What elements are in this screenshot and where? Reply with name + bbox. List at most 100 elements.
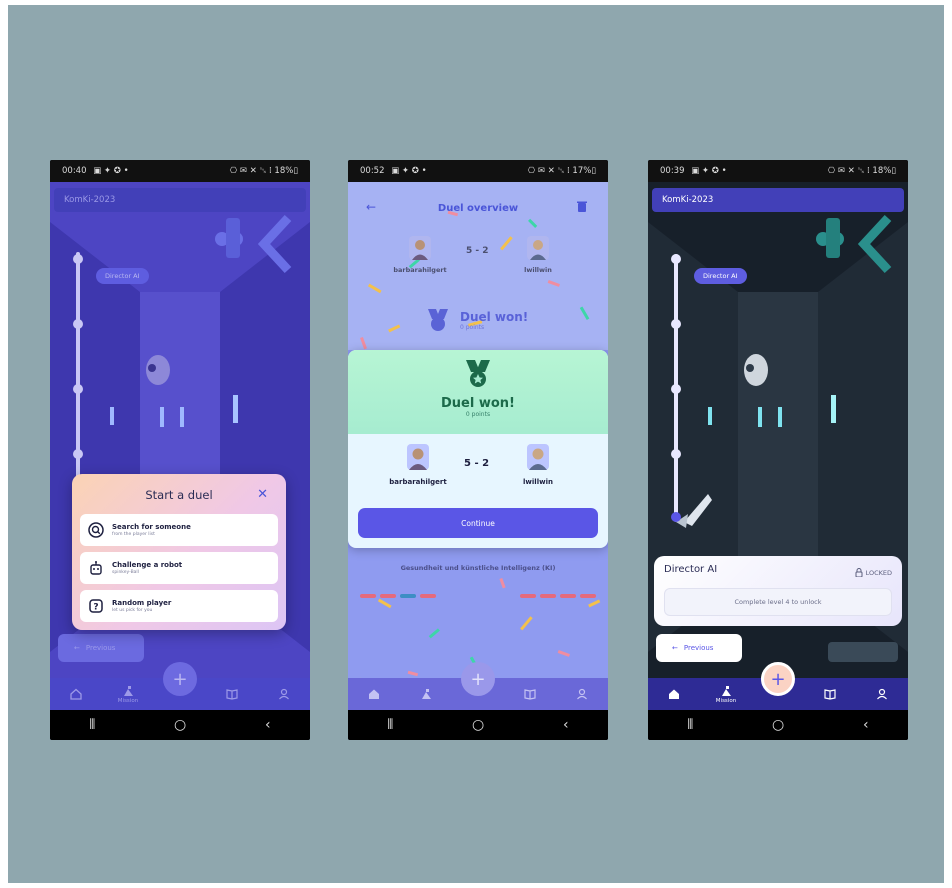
path-node[interactable] bbox=[73, 449, 83, 459]
level-card: Director AI LOCKED Complete level 4 to u… bbox=[654, 556, 902, 626]
random-player-option[interactable]: ? Random player let us pick for you bbox=[80, 590, 278, 622]
faded-player-name: barbarahilgert bbox=[393, 266, 447, 274]
phone-duel-won: 00:52 ▣ ✦ ✪ • ⎔ ✉ ✕ ␖ ⁞ 17%▯ ← Duel over… bbox=[348, 160, 608, 740]
status-right: ⎔ ✉ ✕ ␖ ⁞ 18%▯ bbox=[229, 166, 298, 176]
tab-mission[interactable]: Mission bbox=[708, 680, 744, 708]
tab-library[interactable] bbox=[812, 680, 848, 708]
medal-icon bbox=[466, 360, 490, 387]
profile-icon bbox=[279, 688, 289, 700]
faded-won-points: 0 points bbox=[460, 323, 485, 331]
app-screen: KomKi-2023 Director AI ← Previous Start … bbox=[50, 182, 310, 710]
status-notif: ▣ ✦ ✪ • bbox=[93, 166, 129, 176]
book-icon bbox=[226, 689, 238, 700]
app-screen: KomKi-2023 Director AI Director AI LOCKE… bbox=[648, 182, 908, 710]
app-screen: ← Duel overview barbarahilgert 5 - 2 lwi… bbox=[348, 182, 608, 710]
status-time: 00:39 bbox=[660, 166, 685, 176]
medal-icon bbox=[428, 309, 448, 331]
app-header: KomKi-2023 bbox=[54, 188, 306, 212]
topic-title: Gesundheit und künstliche Intelligenz (K… bbox=[400, 564, 556, 572]
previous-button[interactable]: ← Previous bbox=[656, 634, 742, 662]
profile-icon bbox=[877, 688, 887, 700]
option-title: Random player bbox=[112, 599, 172, 607]
tab-mission[interactable] bbox=[408, 680, 444, 708]
faded-won-banner: Duel won! 0 points bbox=[424, 306, 528, 334]
status-notif: ▣ ✦ ✪ • bbox=[391, 166, 427, 176]
modal-title: Start a duel bbox=[145, 488, 213, 502]
faded-player-left: barbarahilgert bbox=[388, 236, 452, 274]
player-name: barbarahilgert bbox=[389, 478, 447, 486]
tab-mission[interactable]: Mission bbox=[110, 680, 146, 708]
option-subtitle: from the player list bbox=[112, 532, 155, 537]
avatar-icon bbox=[409, 236, 431, 260]
arrow-left-icon: ← bbox=[672, 644, 678, 652]
trash-icon[interactable] bbox=[576, 200, 588, 213]
back-icon[interactable]: ‹ bbox=[563, 717, 569, 733]
path-node[interactable] bbox=[73, 319, 83, 329]
corridor-scene bbox=[50, 182, 310, 710]
add-button[interactable]: + bbox=[461, 662, 495, 696]
phone-mission-map: 00:39 ▣ ✦ ✪ • ⎔ ✉ ✕ ␖ ⁞ 18%▯ KomKi-2023 … bbox=[648, 160, 908, 740]
previous-button[interactable]: ← Previous bbox=[58, 634, 144, 662]
mission-icon bbox=[721, 685, 731, 696]
home-circle-icon[interactable]: ○ bbox=[174, 717, 186, 733]
option-subtitle: let us pick for you bbox=[112, 608, 153, 613]
tab-library[interactable] bbox=[214, 680, 250, 708]
close-icon[interactable]: ✕ bbox=[257, 487, 268, 502]
home-circle-icon[interactable]: ○ bbox=[472, 717, 484, 733]
path-node[interactable] bbox=[73, 254, 83, 264]
mission-icon bbox=[123, 685, 133, 696]
system-nav-bar: ⫴ ○ ‹ bbox=[348, 710, 608, 740]
duel-won-points: 0 points bbox=[465, 411, 491, 418]
book-icon bbox=[524, 689, 536, 700]
arrow-left-icon: ← bbox=[74, 644, 80, 652]
level-pill-label: Director AI bbox=[703, 272, 738, 280]
system-nav-bar: ⫴ ○ ‹ bbox=[648, 710, 908, 740]
status-notif: ▣ ✦ ✪ • bbox=[691, 166, 727, 176]
current-position-node[interactable] bbox=[671, 512, 681, 522]
recent-apps-icon[interactable]: ⫴ bbox=[387, 717, 393, 733]
player-name: lwillwin bbox=[523, 478, 553, 486]
search-icon bbox=[88, 522, 104, 538]
faded-player-right: lwillwin bbox=[506, 236, 570, 274]
path-node[interactable] bbox=[671, 254, 681, 264]
previous-label: Previous bbox=[85, 644, 116, 652]
add-button[interactable]: + bbox=[163, 662, 197, 696]
tab-profile[interactable] bbox=[864, 680, 900, 708]
avatar-icon bbox=[527, 444, 549, 470]
tab-home[interactable] bbox=[356, 680, 392, 708]
corridor-scene bbox=[648, 182, 908, 710]
level-pill[interactable]: Director AI bbox=[96, 268, 149, 284]
duel-won-card: Duel won! 0 points barbarahilgert 5 - 2 … bbox=[348, 350, 608, 548]
path-node[interactable] bbox=[671, 384, 681, 394]
faded-won-title: Duel won! bbox=[460, 309, 529, 324]
tab-home[interactable] bbox=[58, 680, 94, 708]
level-pill-label: Director AI bbox=[105, 272, 140, 280]
path-node[interactable] bbox=[671, 319, 681, 329]
tab-profile[interactable] bbox=[564, 680, 600, 708]
tab-home[interactable] bbox=[656, 680, 692, 708]
plus-icon: + bbox=[770, 668, 786, 690]
search-someone-option[interactable]: Search for someone from the player list bbox=[80, 514, 278, 546]
challenge-robot-option[interactable]: Challenge a robot spinkey-Ball bbox=[80, 552, 278, 584]
level-pill[interactable]: Director AI bbox=[694, 268, 747, 284]
recent-apps-icon[interactable]: ⫴ bbox=[89, 717, 95, 733]
status-bar: 00:39 ▣ ✦ ✪ • ⎔ ✉ ✕ ␖ ⁞ 18%▯ bbox=[648, 160, 908, 182]
tab-library[interactable] bbox=[512, 680, 548, 708]
tab-profile[interactable] bbox=[266, 680, 302, 708]
avatar-icon bbox=[407, 444, 429, 470]
path-node[interactable] bbox=[671, 449, 681, 459]
background-canvas: 00:40 ▣ ✦ ✪ • ⎔ ✉ ✕ ␖ ⁞ 18%▯ KomKi-2023 … bbox=[8, 5, 944, 883]
add-button[interactable]: + bbox=[761, 662, 795, 696]
back-arrow-icon[interactable]: ← bbox=[366, 200, 376, 214]
back-icon[interactable]: ‹ bbox=[265, 717, 271, 733]
app-title: KomKi-2023 bbox=[662, 195, 714, 205]
home-icon bbox=[369, 689, 379, 699]
lock-icon bbox=[855, 568, 863, 577]
continue-button[interactable]: Continue bbox=[358, 508, 598, 538]
home-circle-icon[interactable]: ○ bbox=[772, 717, 784, 733]
status-time: 00:52 bbox=[360, 166, 385, 176]
path-node[interactable] bbox=[73, 384, 83, 394]
recent-apps-icon[interactable]: ⫴ bbox=[687, 717, 693, 733]
plus-icon: + bbox=[470, 668, 486, 690]
back-icon[interactable]: ‹ bbox=[863, 717, 869, 733]
